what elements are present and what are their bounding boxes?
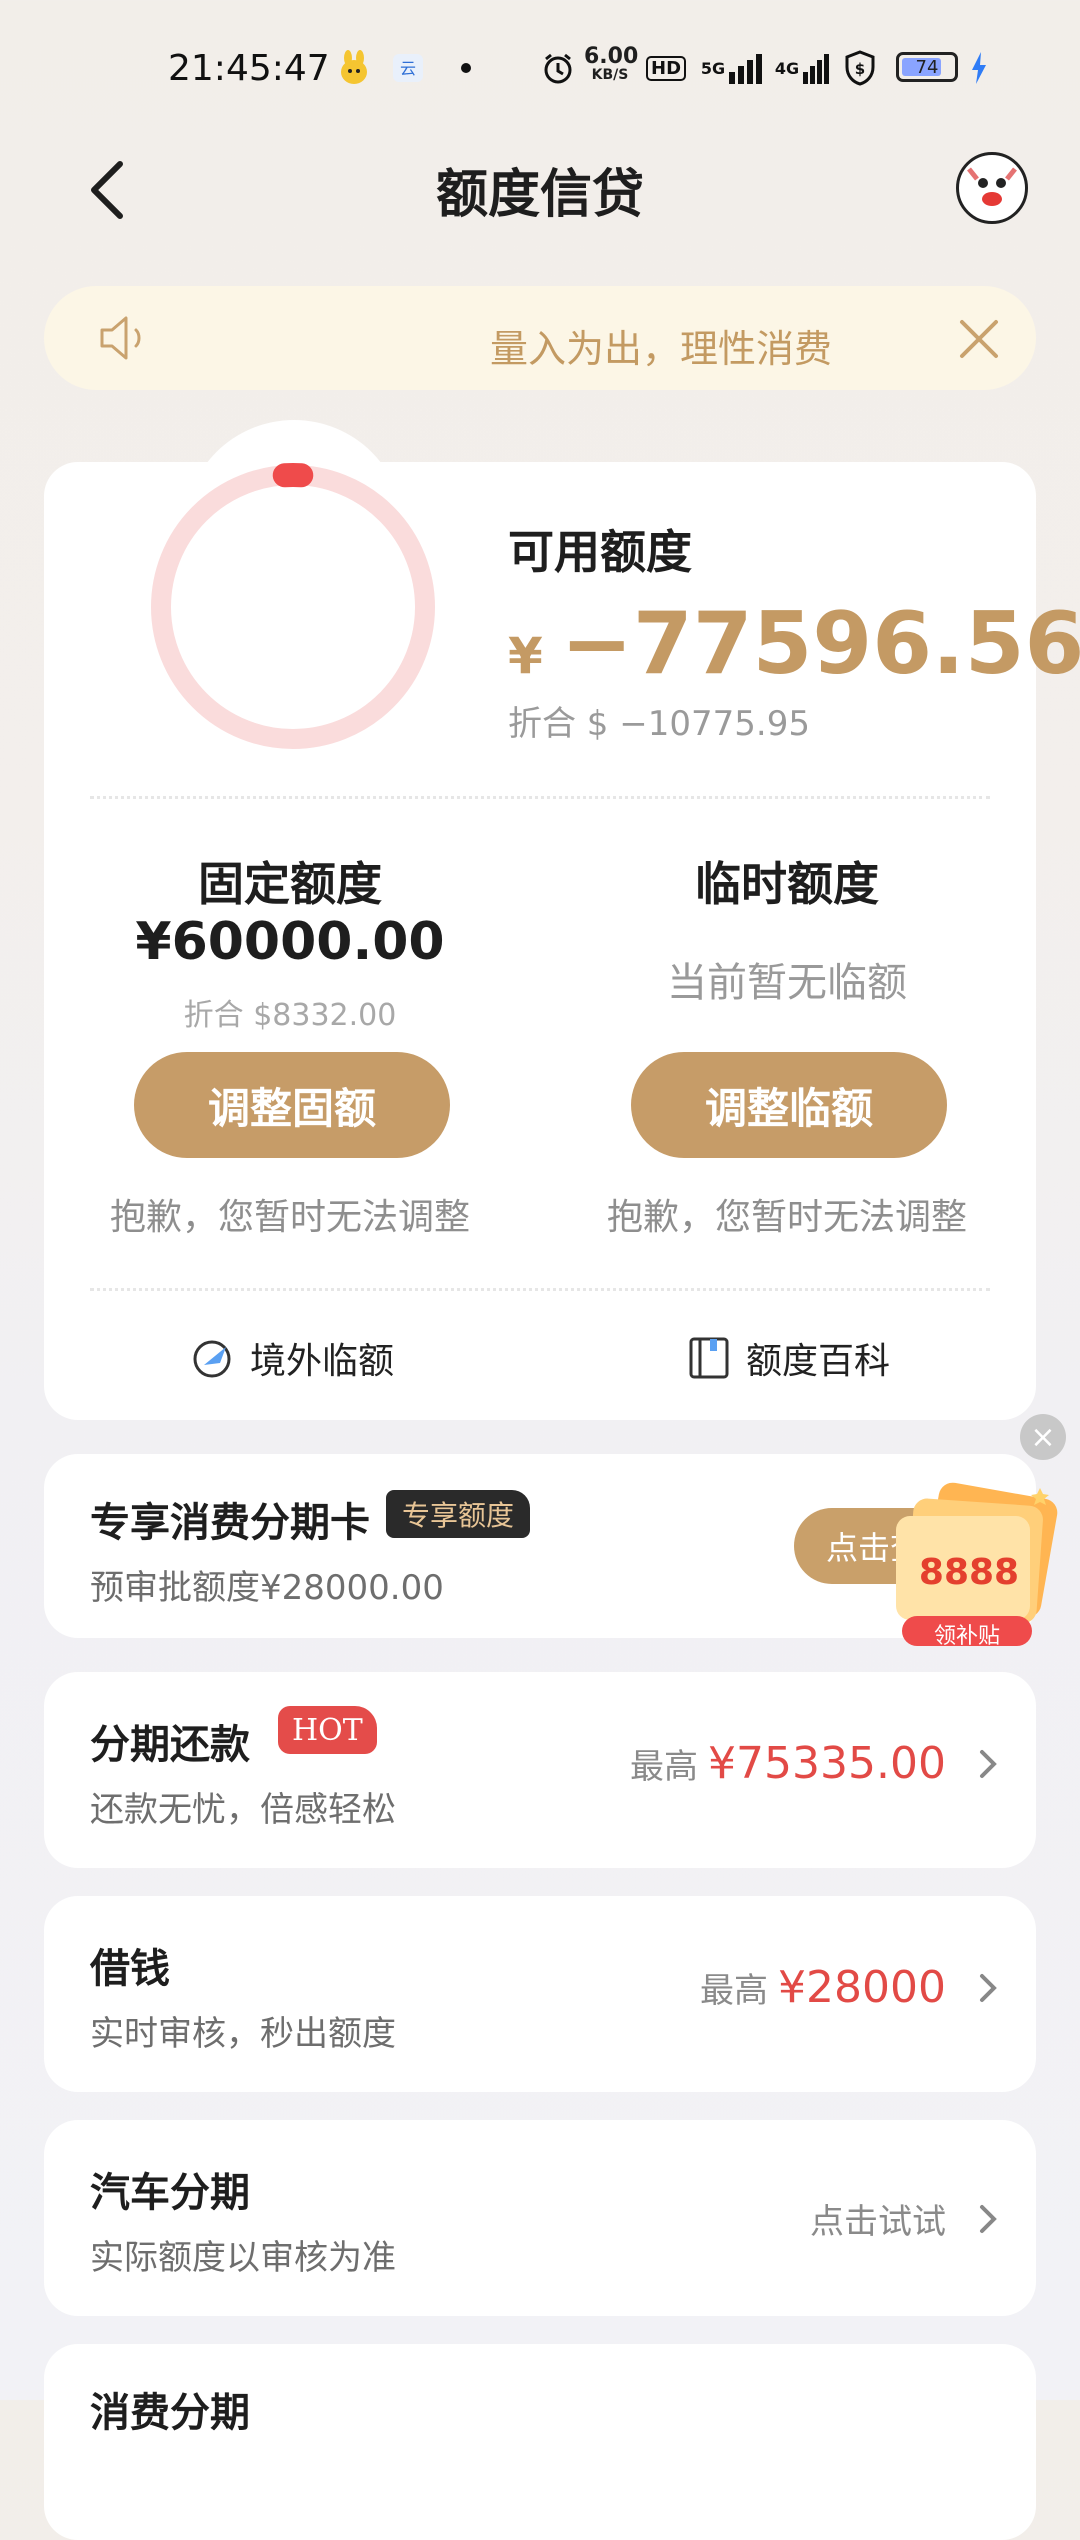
fixed-credit-title: 固定额度 bbox=[90, 848, 490, 914]
available-credit-amount: ¥ −77596.56 bbox=[508, 594, 1080, 694]
app-notification-icon-2: 云 bbox=[390, 50, 426, 86]
charging-icon bbox=[968, 50, 990, 86]
credit-wiki-label: 额度百科 bbox=[746, 1332, 890, 1384]
svg-text:$: $ bbox=[855, 60, 865, 78]
promo-close-icon[interactable]: × bbox=[1020, 1414, 1066, 1460]
book-icon bbox=[686, 1335, 732, 1381]
credit-ring-gauge bbox=[148, 462, 438, 752]
row-title: 消费分期 bbox=[90, 2380, 250, 2438]
try-label: 点击试试 bbox=[810, 2194, 946, 2243]
row-subtitle: 还款无忧，倍感轻松 bbox=[90, 1782, 396, 1831]
page-title: 额度信贷 bbox=[0, 152, 1080, 227]
row-subtitle: 实时审核，秒出额度 bbox=[90, 2006, 396, 2055]
hd-icon: HD bbox=[646, 50, 686, 86]
max-prefix: 最高 bbox=[630, 1739, 698, 1788]
row-action: 点击试试 bbox=[810, 2194, 1000, 2243]
status-time: 21:45:47 bbox=[168, 48, 330, 89]
fixed-credit-usd: 折合 $8332.00 bbox=[90, 990, 490, 1034]
chevron-right-icon bbox=[976, 1970, 1000, 2006]
adjust-temp-button[interactable]: 调整临额 bbox=[631, 1052, 947, 1158]
consumer-installment-row[interactable] bbox=[44, 2344, 1036, 2540]
alarm-icon bbox=[540, 50, 576, 86]
adjust-fixed-button[interactable]: 调整固额 bbox=[134, 1052, 450, 1158]
temp-adjust-note: 抱歉，您暂时无法调整 bbox=[587, 1188, 987, 1240]
status-bar: 21:45:47 云 6.00 KB/S HD 5G 4G $ 74 bbox=[0, 0, 1080, 120]
max-prefix: 最高 bbox=[700, 1963, 768, 2012]
battery-icon: 74 bbox=[896, 52, 958, 82]
fixed-adjust-note: 抱歉，您暂时无法调整 bbox=[90, 1188, 490, 1240]
temp-credit-title: 临时额度 bbox=[587, 848, 987, 914]
net-speed: 6.00 KB/S bbox=[584, 46, 636, 82]
chevron-right-icon bbox=[976, 2201, 1000, 2237]
shield-icon: $ bbox=[842, 50, 878, 86]
available-credit-usd: 折合 $ −10775.95 bbox=[508, 696, 810, 745]
svg-text:云: 云 bbox=[400, 59, 416, 78]
notice-close-button[interactable] bbox=[956, 316, 1002, 362]
promo-label: 领补贴 bbox=[902, 1618, 1032, 1650]
hot-badge: HOT bbox=[278, 1706, 377, 1754]
speaker-icon bbox=[96, 314, 152, 362]
ring-track bbox=[161, 475, 425, 739]
currency-symbol: ¥ bbox=[508, 627, 543, 685]
signal-4g-icon: 4G bbox=[774, 50, 832, 86]
max-value: ¥28000 bbox=[778, 1962, 946, 2013]
promo-amount: 8888 bbox=[902, 1552, 1036, 1593]
row-max-amount: 最高 ¥28000 bbox=[700, 1962, 1000, 2013]
fixed-credit-amount: ¥60000.00 bbox=[90, 912, 490, 972]
row-title: 分期还款 bbox=[90, 1712, 250, 1770]
exclusive-card-title: 专享消费分期卡 bbox=[90, 1490, 370, 1548]
row-title: 汽车分期 bbox=[90, 2160, 250, 2218]
divider bbox=[90, 796, 990, 799]
divider bbox=[90, 1288, 990, 1291]
exclusive-badge: 专享额度 bbox=[386, 1490, 530, 1538]
row-title: 借钱 bbox=[90, 1936, 170, 1994]
overseas-temp-link[interactable]: 境外临额 bbox=[190, 1332, 394, 1384]
overseas-temp-label: 境外临额 bbox=[250, 1332, 394, 1384]
notice-text: 量入为出，理性消费 bbox=[490, 318, 832, 373]
row-subtitle: 实际额度以审核为准 bbox=[90, 2230, 396, 2279]
app-notification-icon bbox=[336, 50, 372, 86]
exclusive-card-subtitle: 预审批额度¥28000.00 bbox=[90, 1560, 444, 1609]
chevron-right-icon bbox=[976, 1746, 1000, 1782]
available-credit-label: 可用额度 bbox=[508, 516, 692, 582]
dot-icon bbox=[458, 50, 474, 86]
row-max-amount: 最高 ¥75335.00 bbox=[630, 1738, 1000, 1789]
subsidy-promo[interactable]: 8888 领补贴 bbox=[890, 1480, 1070, 1650]
temp-credit-status: 当前暂无临额 bbox=[587, 950, 987, 1008]
available-credit-value: −77596.56 bbox=[561, 594, 1080, 694]
signal-5g-icon: 5G bbox=[700, 50, 764, 86]
plane-globe-icon bbox=[190, 1335, 236, 1381]
assistant-mascot-icon[interactable] bbox=[956, 152, 1028, 224]
close-icon bbox=[956, 316, 1002, 362]
credit-wiki-link[interactable]: 额度百科 bbox=[686, 1332, 890, 1384]
max-value: ¥75335.00 bbox=[708, 1738, 946, 1789]
